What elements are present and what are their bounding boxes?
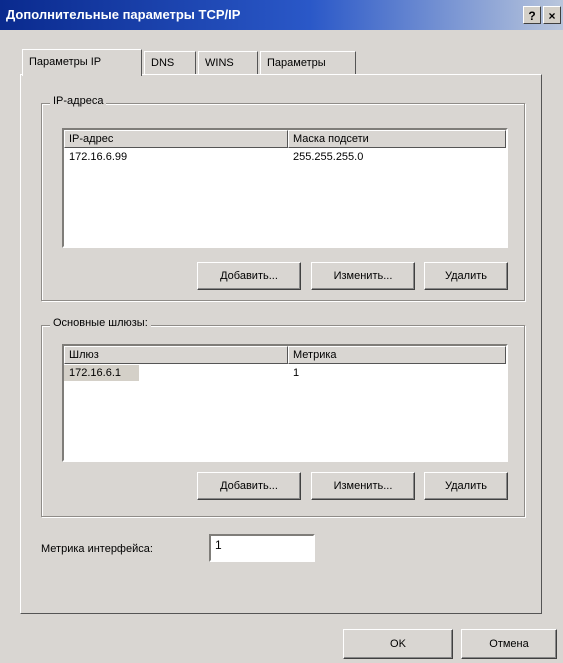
ip-edit-button[interactable]: Изменить... bbox=[311, 262, 415, 290]
close-button[interactable]: × bbox=[543, 6, 561, 24]
help-button[interactable]: ? bbox=[523, 6, 541, 24]
ip-list-header: IP-адрес Маска подсети bbox=[64, 130, 506, 148]
gateway-cell: 172.16.6.1 bbox=[64, 365, 139, 381]
ip-add-button[interactable]: Добавить... bbox=[197, 262, 301, 290]
column-subnet-mask[interactable]: Маска подсети bbox=[288, 130, 506, 148]
ok-button[interactable]: OK bbox=[343, 629, 453, 659]
column-metric[interactable]: Метрика bbox=[288, 346, 506, 364]
gateway-edit-button[interactable]: Изменить... bbox=[311, 472, 415, 500]
tab-panel: IP-адреса IP-адрес Маска подсети 172.16.… bbox=[20, 74, 542, 614]
window-title: Дополнительные параметры TCP/IP bbox=[6, 7, 241, 22]
interface-metric-input[interactable]: 1 bbox=[209, 534, 315, 562]
column-gateway[interactable]: Шлюз bbox=[64, 346, 288, 364]
ip-address-cell: 172.16.6.99 bbox=[69, 151, 128, 163]
tab-dns[interactable]: DNS bbox=[144, 51, 196, 75]
interface-metric-label: Метрика интерфейса: bbox=[41, 543, 153, 555]
gateway-list-header: Шлюз Метрика bbox=[64, 346, 506, 364]
ip-addresses-group: IP-адреса IP-адрес Маска подсети 172.16.… bbox=[41, 95, 525, 301]
ip-list-row[interactable]: 172.16.6.99 255.255.255.0 bbox=[64, 149, 506, 165]
ip-address-list[interactable]: IP-адрес Маска подсети 172.16.6.99 255.2… bbox=[62, 128, 508, 248]
gateways-group-label: Основные шлюзы: bbox=[50, 317, 151, 329]
ip-addresses-group-label: IP-адреса bbox=[50, 95, 107, 107]
metric-cell: 1 bbox=[293, 367, 300, 379]
subnet-mask-cell: 255.255.255.0 bbox=[293, 151, 364, 163]
ip-delete-button[interactable]: Удалить bbox=[424, 262, 508, 290]
title-bar[interactable]: Дополнительные параметры TCP/IP ? × bbox=[0, 0, 563, 30]
gateway-delete-button[interactable]: Удалить bbox=[424, 472, 508, 500]
gateway-add-button[interactable]: Добавить... bbox=[197, 472, 301, 500]
column-ip-address[interactable]: IP-адрес bbox=[64, 130, 288, 148]
cancel-button[interactable]: Отмена bbox=[461, 629, 557, 659]
tab-wins[interactable]: WINS bbox=[198, 51, 258, 75]
tab-options[interactable]: Параметры bbox=[260, 51, 356, 75]
tab-ip-settings[interactable]: Параметры IP bbox=[22, 49, 142, 76]
gateway-list[interactable]: Шлюз Метрика 172.16.6.1 1 bbox=[62, 344, 508, 462]
gateways-group: Основные шлюзы: Шлюз Метрика 172.16.6.1 … bbox=[41, 317, 525, 517]
gateway-list-row[interactable]: 172.16.6.1 1 bbox=[64, 365, 506, 381]
